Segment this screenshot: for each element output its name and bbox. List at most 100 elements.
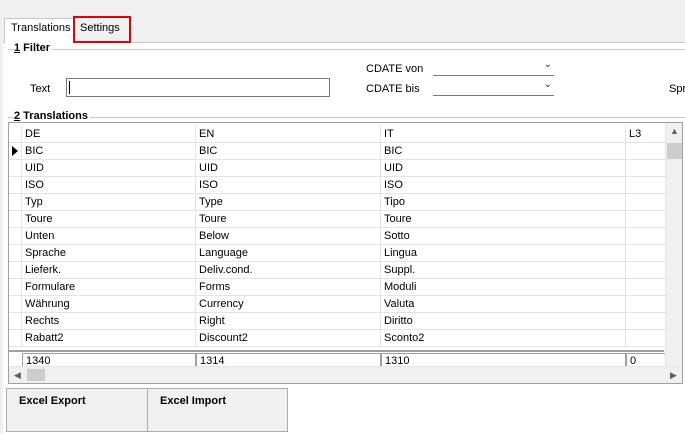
cell-de[interactable]: Toure <box>22 211 196 228</box>
scroll-right-icon[interactable]: ▶ <box>665 367 682 383</box>
cell-it[interactable]: Sconto2 <box>381 330 626 347</box>
row-header[interactable] <box>9 262 22 279</box>
cell-it[interactable]: Sotto <box>381 228 626 245</box>
column-header-l3[interactable]: L3 <box>626 126 666 143</box>
column-header-it[interactable]: IT <box>381 126 626 143</box>
row-header[interactable] <box>9 194 22 211</box>
cell-en[interactable]: Language <box>196 245 381 262</box>
cdate-von-select[interactable]: ⌄ <box>433 59 554 76</box>
column-header-de[interactable]: DE <box>22 126 196 143</box>
vertical-scrollbar[interactable]: ▲ <box>665 123 682 367</box>
cell-de[interactable]: Typ <box>22 194 196 211</box>
row-header[interactable] <box>9 245 22 262</box>
table-row[interactable]: Toure Toure Toure <box>9 211 666 228</box>
cell-de[interactable]: BIC <box>22 143 196 160</box>
cell-de[interactable]: UID <box>22 160 196 177</box>
cell-it[interactable]: Valuta <box>381 296 626 313</box>
cell-de[interactable]: ISO <box>22 177 196 194</box>
cell-en[interactable]: Type <box>196 194 381 211</box>
translations-group-title: 2 Translations <box>14 110 90 122</box>
horizontal-scroll-thumb[interactable] <box>27 369 45 381</box>
cell-en[interactable]: Below <box>196 228 381 245</box>
chevron-down-icon: ⌄ <box>543 59 552 70</box>
table-row[interactable]: ISO ISO ISO <box>9 177 666 194</box>
tab-translations[interactable]: Translations <box>4 18 75 43</box>
translations-grid[interactable]: DE EN IT L3 BIC BIC BIC UID UID UID ISO ISO ISO T… <box>8 122 683 384</box>
row-pointer-icon <box>12 146 18 156</box>
row-header[interactable] <box>9 177 22 194</box>
cell-l3[interactable] <box>626 160 666 177</box>
row-header[interactable] <box>9 330 22 347</box>
tab-settings[interactable]: Settings <box>73 16 131 43</box>
row-header[interactable] <box>9 313 22 330</box>
filter-group-title: 1 Filter <box>14 42 53 54</box>
cell-en[interactable]: BIC <box>196 143 381 160</box>
table-row[interactable]: BIC BIC BIC <box>9 143 666 160</box>
row-header[interactable] <box>9 228 22 245</box>
cell-it[interactable]: Tipo <box>381 194 626 211</box>
cell-l3[interactable] <box>626 330 666 347</box>
cell-de[interactable]: Sprache <box>22 245 196 262</box>
cell-de[interactable]: Unten <box>22 228 196 245</box>
table-row[interactable]: UID UID UID <box>9 160 666 177</box>
table-row[interactable]: Formulare Forms Moduli <box>9 279 666 296</box>
cell-l3[interactable] <box>626 279 666 296</box>
text-input[interactable] <box>66 78 330 97</box>
cell-en[interactable]: Currency <box>196 296 381 313</box>
table-row[interactable]: Währung Currency Valuta <box>9 296 666 313</box>
cell-en[interactable]: Discount2 <box>196 330 381 347</box>
vertical-scroll-thumb[interactable] <box>667 143 682 159</box>
table-row[interactable]: Unten Below Sotto <box>9 228 666 245</box>
cell-en[interactable]: UID <box>196 160 381 177</box>
cell-de[interactable]: Rechts <box>22 313 196 330</box>
cell-l3[interactable] <box>626 177 666 194</box>
cell-it[interactable]: ISO <box>381 177 626 194</box>
cell-it[interactable]: Suppl. <box>381 262 626 279</box>
cell-en[interactable]: Right <box>196 313 381 330</box>
cell-it[interactable]: Diritto <box>381 313 626 330</box>
table-row[interactable]: Rabatt2 Discount2 Sconto2 <box>9 330 666 347</box>
cell-it[interactable]: Moduli <box>381 279 626 296</box>
scroll-up-icon[interactable]: ▲ <box>666 123 682 140</box>
cell-l3[interactable] <box>626 211 666 228</box>
grid-header-row: DE EN IT L3 <box>9 126 666 143</box>
cell-de[interactable]: Formulare <box>22 279 196 296</box>
row-header[interactable] <box>9 296 22 313</box>
cell-l3[interactable] <box>626 313 666 330</box>
excel-import-button[interactable]: Excel Import <box>147 388 288 432</box>
cell-de[interactable]: Rabatt2 <box>22 330 196 347</box>
row-header[interactable] <box>9 160 22 177</box>
cell-de[interactable]: Lieferk. <box>22 262 196 279</box>
excel-export-button[interactable]: Excel Export <box>6 388 148 432</box>
cell-it[interactable]: Lingua <box>381 245 626 262</box>
cell-en[interactable]: ISO <box>196 177 381 194</box>
table-row[interactable]: Rechts Right Diritto <box>9 313 666 330</box>
cell-en[interactable]: Deliv.cond. <box>196 262 381 279</box>
column-header-en[interactable]: EN <box>196 126 381 143</box>
row-header[interactable] <box>9 279 22 296</box>
scroll-left-icon[interactable]: ◀ <box>9 367 26 383</box>
cell-l3[interactable] <box>626 296 666 313</box>
table-row[interactable]: Lieferk. Deliv.cond. Suppl. <box>9 262 666 279</box>
row-header <box>9 126 22 143</box>
cell-it[interactable]: BIC <box>381 143 626 160</box>
text-label: Text <box>30 83 51 95</box>
cell-l3[interactable] <box>626 143 666 160</box>
table-row[interactable]: Sprache Language Lingua <box>9 245 666 262</box>
table-row[interactable]: Typ Type Tipo <box>9 194 666 211</box>
cell-en[interactable]: Toure <box>196 211 381 228</box>
cell-l3[interactable] <box>626 262 666 279</box>
cell-l3[interactable] <box>626 194 666 211</box>
cell-de[interactable]: Währung <box>22 296 196 313</box>
cell-it[interactable]: UID <box>381 160 626 177</box>
chevron-down-icon: ⌄ <box>543 79 552 90</box>
row-header[interactable] <box>9 211 22 228</box>
cell-it[interactable]: Toure <box>381 211 626 228</box>
row-header[interactable] <box>9 143 22 160</box>
cdate-bis-select[interactable]: ⌄ <box>433 79 554 96</box>
horizontal-scrollbar[interactable]: ◀ ▶ <box>9 366 682 383</box>
cell-l3[interactable] <box>626 228 666 245</box>
cell-l3[interactable] <box>626 245 666 262</box>
translations-group-border <box>8 117 685 118</box>
cell-en[interactable]: Forms <box>196 279 381 296</box>
